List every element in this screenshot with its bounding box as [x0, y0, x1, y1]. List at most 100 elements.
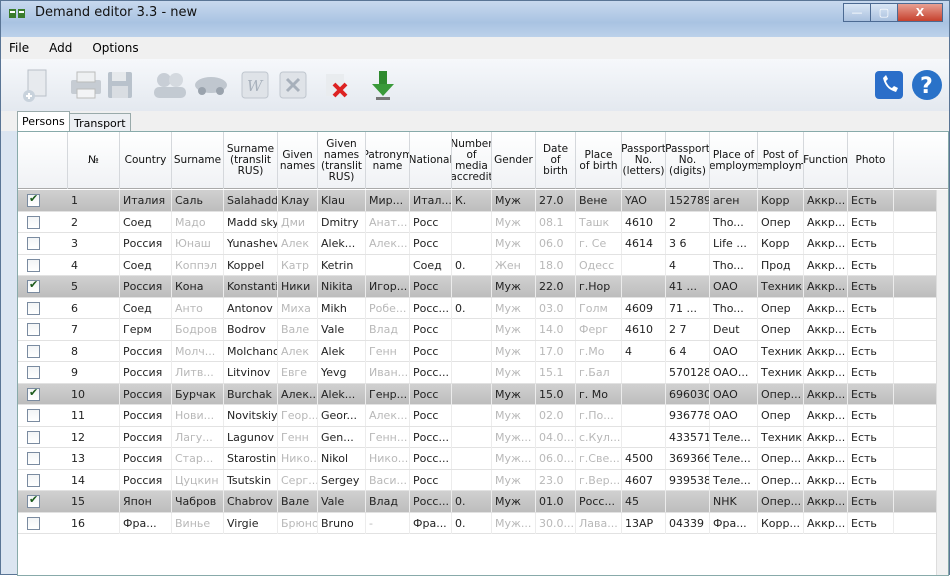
table-cell: Аккр... — [804, 383, 848, 405]
row-checkbox[interactable] — [27, 386, 40, 401]
table-row[interactable]: 13 Россия Стар... Starostin Нико... Nikol Нико… — [18, 448, 948, 470]
table-cell: Алек... — [278, 383, 318, 405]
import-button[interactable] — [367, 65, 399, 105]
window-title: Demand editor 3.3 - new — [35, 5, 198, 20]
add-transport-button[interactable] — [193, 65, 229, 105]
column-header[interactable]: Place of birth — [576, 132, 622, 189]
table-cell: Вене — [576, 190, 622, 211]
table-row[interactable]: 4 Соед Коппэл Koppel Катр Ketrin Соед 0. Жен 18.0… — [18, 254, 948, 276]
row-checkbox[interactable] — [27, 323, 40, 336]
car-icon — [195, 77, 227, 95]
table-cell: Vale — [318, 319, 366, 340]
column-header[interactable]: Passport No. (digits) — [666, 132, 710, 189]
table-cell: Муж — [492, 469, 536, 491]
table-row[interactable]: 1ИталияСальSalahaddzhoКлауKlauМир...Итал… — [18, 190, 948, 212]
column-header[interactable]: Country — [120, 132, 172, 189]
row-checkbox[interactable] — [27, 278, 40, 293]
table-row[interactable]: 16 Фра... Винье Virgie Брюно Bruno - Фра... 0. Му… — [18, 512, 948, 534]
save-button[interactable] — [105, 65, 135, 105]
add-persons-button[interactable] — [149, 65, 193, 105]
maximize-button[interactable]: ▢ — [870, 3, 898, 22]
row-checkbox[interactable] — [27, 452, 40, 465]
menu-options[interactable]: Options — [92, 41, 138, 55]
table-cell: Корр — [758, 190, 804, 211]
column-header[interactable]: Passport No. (letters) — [622, 132, 666, 189]
column-header[interactable]: Place of employm — [710, 132, 758, 189]
column-header[interactable]: Number of media accredit — [452, 132, 492, 189]
table-cell: Муж — [492, 383, 536, 405]
row-checkbox[interactable] — [27, 344, 40, 358]
column-header[interactable] — [18, 132, 68, 189]
delete-button[interactable] — [319, 65, 353, 105]
table-cell: Робе... — [366, 297, 410, 319]
help-button[interactable]: ? — [909, 65, 945, 105]
column-header[interactable]: Function — [804, 132, 848, 189]
row-checkbox[interactable] — [27, 430, 40, 444]
column-header[interactable]: Date of birth — [536, 132, 576, 189]
new-document-button[interactable] — [19, 65, 51, 105]
table-cell: Starostin — [224, 448, 278, 469]
tab-transport[interactable]: Transport — [69, 113, 131, 131]
row-checkbox[interactable] — [27, 516, 40, 530]
minimize-button[interactable]: — — [843, 3, 871, 22]
column-header[interactable]: Post of employm — [758, 132, 804, 189]
row-checkbox[interactable] — [27, 493, 40, 508]
vertical-scrollbar[interactable] — [936, 190, 948, 575]
row-checkbox[interactable] — [27, 473, 40, 487]
table-cell: Васи... — [366, 469, 410, 491]
export-excel-button[interactable] — [277, 65, 309, 105]
export-word-button[interactable]: W — [239, 65, 271, 105]
table-row[interactable]: 10РоссияБурчакBurchakАлек...Alek...Генр.… — [18, 383, 948, 405]
table-row[interactable]: 3 Россия Юнаш Yunashev Алек Alek... Алек... Рос… — [18, 233, 948, 255]
row-checkbox[interactable] — [27, 192, 40, 207]
close-button[interactable]: X — [897, 3, 943, 22]
table-row[interactable]: 6 Соед Анто Antonov Миха Mikh Робе... Росс... 0.… — [18, 297, 948, 319]
menu-bar: File Add Options — [1, 37, 949, 59]
row-checkbox[interactable] — [27, 237, 40, 250]
menu-add[interactable]: Add — [49, 41, 72, 55]
table-row[interactable]: 2 Соед Мадо Madd sky Дми Dmitry Анат... Росс Муж… — [18, 211, 948, 233]
table-cell: 15 — [68, 491, 120, 512]
table-cell: YAO — [622, 190, 666, 211]
table-row[interactable]: 5РоссияКонаKonstantinНикиNikitaИгор...Ро… — [18, 276, 948, 298]
table-row[interactable]: 9 Россия Литв... Litvinov Евге Yevg Иван... Рос… — [18, 362, 948, 384]
column-header[interactable]: Given names (translit RUS) — [318, 132, 366, 189]
tab-persons[interactable]: Persons — [17, 111, 70, 131]
column-header[interactable]: National — [410, 132, 452, 189]
table-cell: Кона — [172, 276, 224, 297]
table-row[interactable]: 15ЯпонЧабровChabrovВалеValeВладРосс...0.… — [18, 491, 948, 513]
row-checkbox[interactable] — [27, 409, 40, 422]
table-cell: Соед — [410, 254, 452, 276]
print-button[interactable] — [69, 65, 103, 105]
table-row[interactable]: 11 Россия Нови... Novitskiy Геор... Geor... Ал… — [18, 405, 948, 427]
table-row[interactable]: 14 Россия Цуцкин Tsutskin Серг... Sergey Васи.… — [18, 469, 948, 491]
table-cell: Россия — [120, 405, 172, 426]
table-cell: 3 6 — [666, 233, 710, 254]
menu-file[interactable]: File — [9, 41, 29, 55]
table-cell: Вале — [278, 491, 318, 512]
table-cell: 936778 — [666, 405, 710, 426]
column-header[interactable]: Surname — [172, 132, 224, 189]
table-cell: Чабров — [172, 491, 224, 512]
table-row[interactable]: 7 Герм Бодров Bodrov Вале Vale Влад Росс Муж 14.0… — [18, 319, 948, 341]
table-cell: Аккр... — [804, 233, 848, 254]
table-cell: 4614 — [622, 233, 666, 254]
column-header[interactable]: Photo — [848, 132, 894, 189]
table-row[interactable]: 8РоссияМолч...MolchanovАлекAlekГеннРосс М… — [18, 340, 948, 362]
table-cell: Евге — [278, 362, 318, 383]
column-header[interactable]: Given names — [278, 132, 318, 189]
row-checkbox[interactable] — [27, 258, 40, 272]
table-cell: Корр... — [758, 512, 804, 534]
column-header[interactable]: Gender — [492, 132, 536, 189]
column-header[interactable]: Patronym name — [366, 132, 410, 189]
column-header[interactable]: Surname (translit RUS) — [224, 132, 278, 189]
table-row[interactable]: 12 Россия Лагу... Lagunov Генн Gen... Генн... Р… — [18, 426, 948, 448]
row-checkbox[interactable] — [27, 366, 40, 379]
row-checkbox[interactable] — [27, 215, 40, 229]
table-cell: Ферг — [576, 319, 622, 340]
table-cell: Анто — [172, 297, 224, 319]
call-button[interactable] — [873, 65, 905, 105]
column-header[interactable]: № — [68, 132, 120, 189]
table-cell: 4 — [666, 254, 710, 276]
row-checkbox[interactable] — [27, 301, 40, 315]
